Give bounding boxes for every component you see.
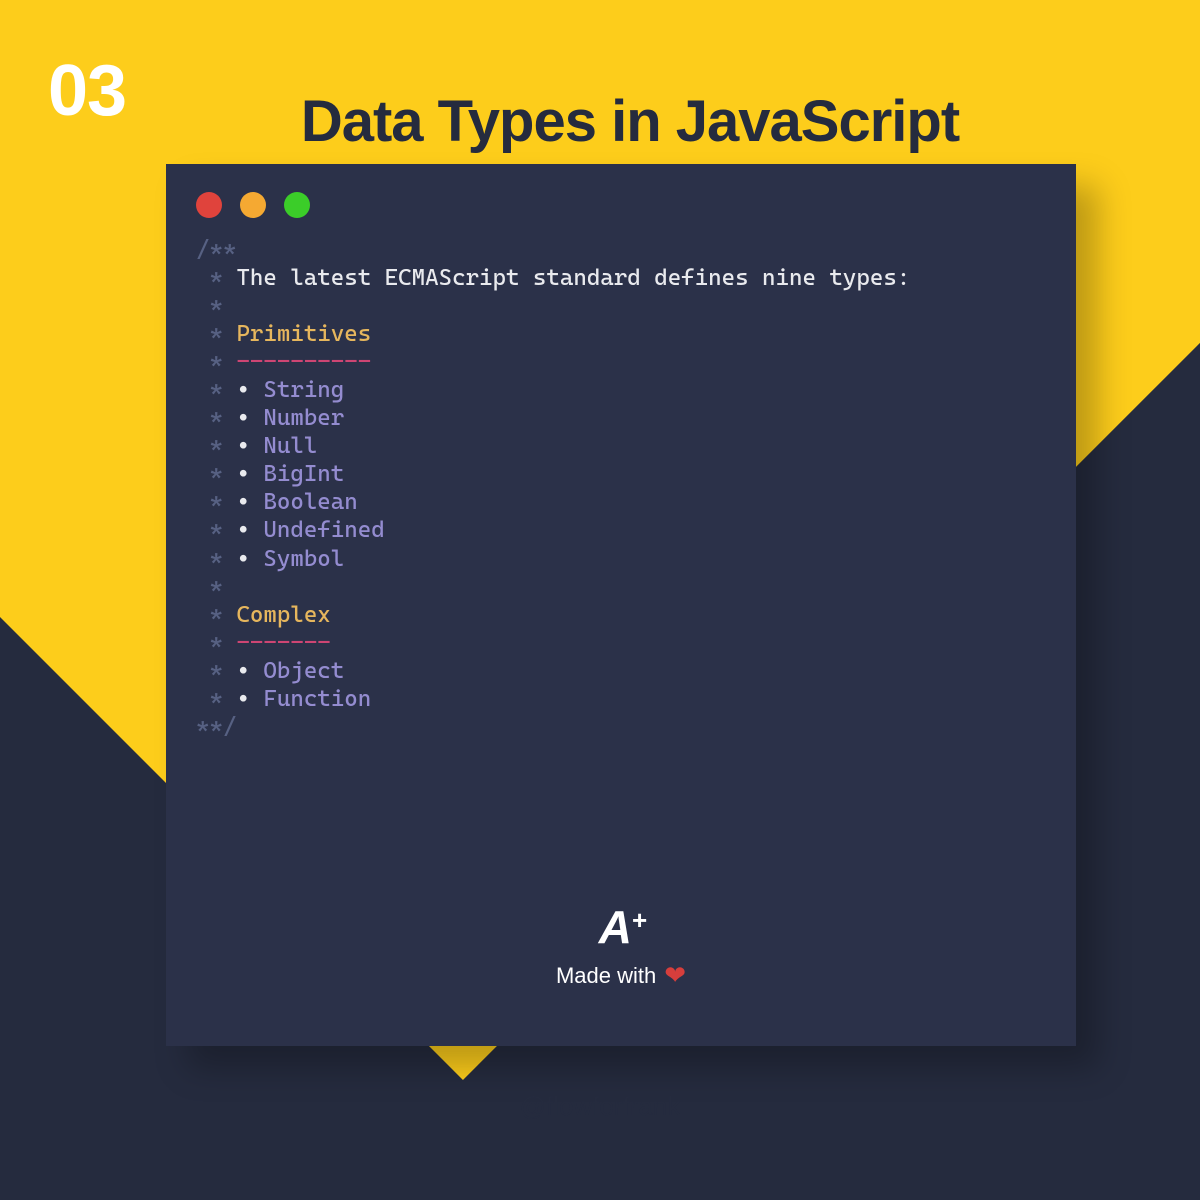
social-handle: @flowforfrank [0, 1091, 1200, 1122]
brand-block: A+ Made with ❤ [166, 900, 1076, 991]
logo-plus-icon: + [632, 905, 644, 936]
logo-letter: A [599, 900, 629, 954]
minimize-icon[interactable] [240, 192, 266, 218]
window-controls [166, 164, 1076, 218]
close-icon[interactable] [196, 192, 222, 218]
page-title: Data Types in JavaScript [0, 88, 1200, 155]
code-block: /** * The latest ECMAScript standard def… [166, 218, 1076, 741]
code-editor-window: /** * The latest ECMAScript standard def… [166, 164, 1076, 1046]
brand-logo: A+ [599, 900, 643, 954]
made-with-text: Made with ❤ [166, 960, 1076, 991]
zoom-icon[interactable] [284, 192, 310, 218]
heart-icon: ❤ [664, 960, 686, 991]
